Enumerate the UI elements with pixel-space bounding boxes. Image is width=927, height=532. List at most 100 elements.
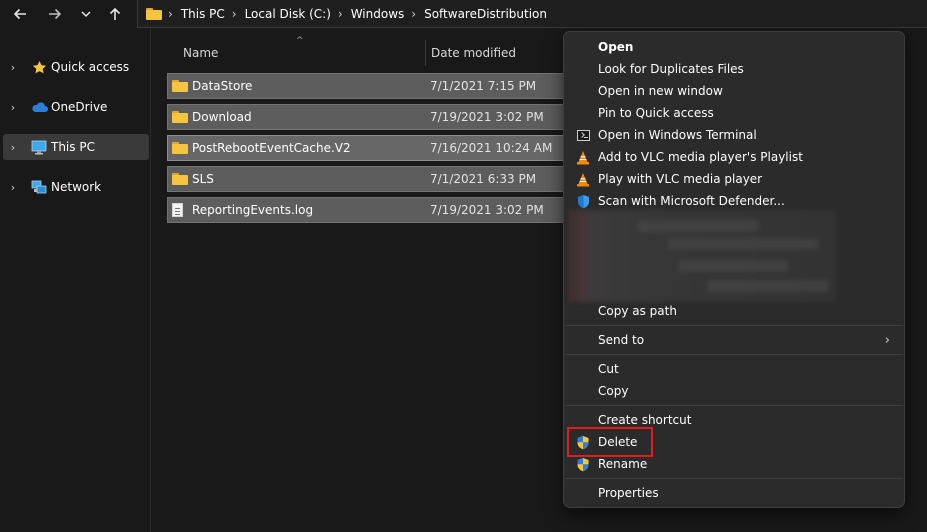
breadcrumb-software-distribution[interactable]: SoftwareDistribution [424,7,547,21]
sidebar-item-this-pc[interactable]: › This PC [3,134,149,160]
sidebar-item-label: Network [51,180,102,194]
address-bar[interactable]: › This PC › Local Disk (C:) › Windows › … [137,0,927,28]
column-header-label: Name [183,46,219,60]
menu-item-label: Copy [598,384,629,398]
chevron-right-icon: › [884,332,890,348]
blurred-menu-region [568,210,836,302]
file-name: SLS [192,172,214,186]
menu-item-label: Send to [598,333,645,347]
menu-item-scan-defender[interactable]: Scan with Microsoft Defender... [568,190,900,212]
chevron-right-icon[interactable]: › [3,61,23,74]
menu-item-label: Pin to Quick access [598,106,714,120]
file-row[interactable]: DataStore 7/1/2021 7:15 PM [167,73,567,99]
menu-item-open-new-window[interactable]: Open in new window [568,80,900,102]
sidebar-item-network[interactable]: › Network [3,174,149,200]
menu-item-look-for-duplicates[interactable]: Look for Duplicates Files [568,58,900,80]
menu-item-label: Scan with Microsoft Defender... [598,194,785,208]
file-row[interactable]: PostRebootEventCache.V2 7/16/2021 10:24 … [167,135,567,161]
chevron-right-icon[interactable]: › [411,7,416,21]
network-icon [29,179,49,195]
menu-item-label: Copy as path [598,304,677,318]
breadcrumb-local-disk[interactable]: Local Disk (C:) [245,7,331,21]
cloud-icon [29,101,49,113]
sidebar-item-quick-access[interactable]: › Quick access [3,54,149,80]
sidebar-item-onedrive[interactable]: › OneDrive [3,94,149,120]
context-menu: Open Look for Duplicates Files Open in n… [563,31,905,508]
star-icon [29,60,49,75]
chevron-right-icon[interactable]: › [232,7,237,21]
menu-item-label: Rename [598,457,648,471]
menu-item-label: Open [598,40,634,54]
file-row[interactable]: ReportingEvents.log 7/19/2021 3:02 PM [167,197,567,223]
uac-shield-icon [568,435,598,450]
navigation-pane: › Quick access › OneDrive › This PC › Ne… [0,28,151,532]
menu-item-label: Play with VLC media player [598,172,763,186]
file-date: 7/19/2021 3:02 PM [430,203,544,217]
folder-icon [172,142,190,154]
chevron-right-icon[interactable]: › [338,7,343,21]
document-icon [172,203,190,217]
menu-item-pin-quick-access[interactable]: Pin to Quick access [568,102,900,124]
column-header-name[interactable]: Name [183,40,218,66]
arrow-left-icon[interactable] [9,3,31,25]
arrow-up-icon[interactable] [104,3,126,25]
folder-icon [172,80,190,92]
terminal-icon [568,129,598,141]
breadcrumb-windows[interactable]: Windows [351,7,405,21]
menu-item-label: Look for Duplicates Files [598,62,744,76]
column-divider[interactable] [425,40,426,66]
vlc-icon [568,172,598,187]
file-date: 7/1/2021 6:33 PM [430,172,537,186]
sort-ascending-icon: ^ [296,36,304,46]
uac-shield-icon [568,457,598,472]
menu-item-open[interactable]: Open [568,36,900,58]
folder-icon [172,111,190,123]
menu-item-properties[interactable]: Properties [568,482,900,504]
menu-item-label: Properties [598,486,659,500]
folder-icon [146,7,162,20]
top-bar: › This PC › Local Disk (C:) › Windows › … [0,0,927,28]
menu-item-label: Open in new window [598,84,723,98]
menu-item-vlc-playlist[interactable]: Add to VLC media player's Playlist [568,146,900,168]
menu-item-label: Create shortcut [598,413,692,427]
menu-item-send-to[interactable]: Send to › [568,329,900,351]
menu-item-open-terminal[interactable]: Open in Windows Terminal [568,124,900,146]
arrow-right-icon[interactable] [44,3,66,25]
file-name: PostRebootEventCache.V2 [192,141,351,155]
menu-item-label: Cut [598,362,619,376]
menu-item-vlc-play[interactable]: Play with VLC media player [568,168,900,190]
chevron-right-icon[interactable]: › [3,101,23,114]
menu-item-rename[interactable]: Rename [568,453,900,475]
menu-separator [565,405,903,406]
breadcrumb-this-pc[interactable]: This PC [181,7,225,21]
menu-item-create-shortcut[interactable]: Create shortcut [568,409,900,431]
file-row[interactable]: Download 7/19/2021 3:02 PM [167,104,567,130]
monitor-icon [29,140,49,155]
file-date: 7/1/2021 7:15 PM [430,79,537,93]
menu-item-delete[interactable]: Delete [568,431,900,453]
menu-item-label: Delete [598,435,638,449]
menu-item-copy[interactable]: Copy [568,380,900,402]
menu-separator [565,325,903,326]
chevron-right-icon[interactable]: › [3,141,23,154]
sidebar-item-label: OneDrive [51,100,108,114]
chevron-down-icon[interactable] [75,3,97,25]
folder-icon [172,173,190,185]
sidebar-item-label: This PC [51,140,95,154]
file-name: DataStore [192,79,253,93]
vlc-icon [568,150,598,165]
menu-item-copy-as-path[interactable]: Copy as path [568,300,900,322]
file-name: ReportingEvents.log [192,203,314,217]
menu-item-label: Open in Windows Terminal [598,128,757,142]
chevron-right-icon[interactable]: › [168,7,173,21]
file-name: Download [192,110,252,124]
file-row[interactable]: SLS 7/1/2021 6:33 PM [167,166,567,192]
file-date: 7/19/2021 3:02 PM [430,110,544,124]
menu-separator [565,478,903,479]
file-date: 7/16/2021 10:24 AM [430,141,553,155]
defender-shield-icon [568,194,598,209]
chevron-right-icon[interactable]: › [3,181,23,194]
column-header-date-modified[interactable]: Date modified [431,40,516,66]
menu-item-cut[interactable]: Cut [568,358,900,380]
column-header-label: Date modified [431,46,517,60]
